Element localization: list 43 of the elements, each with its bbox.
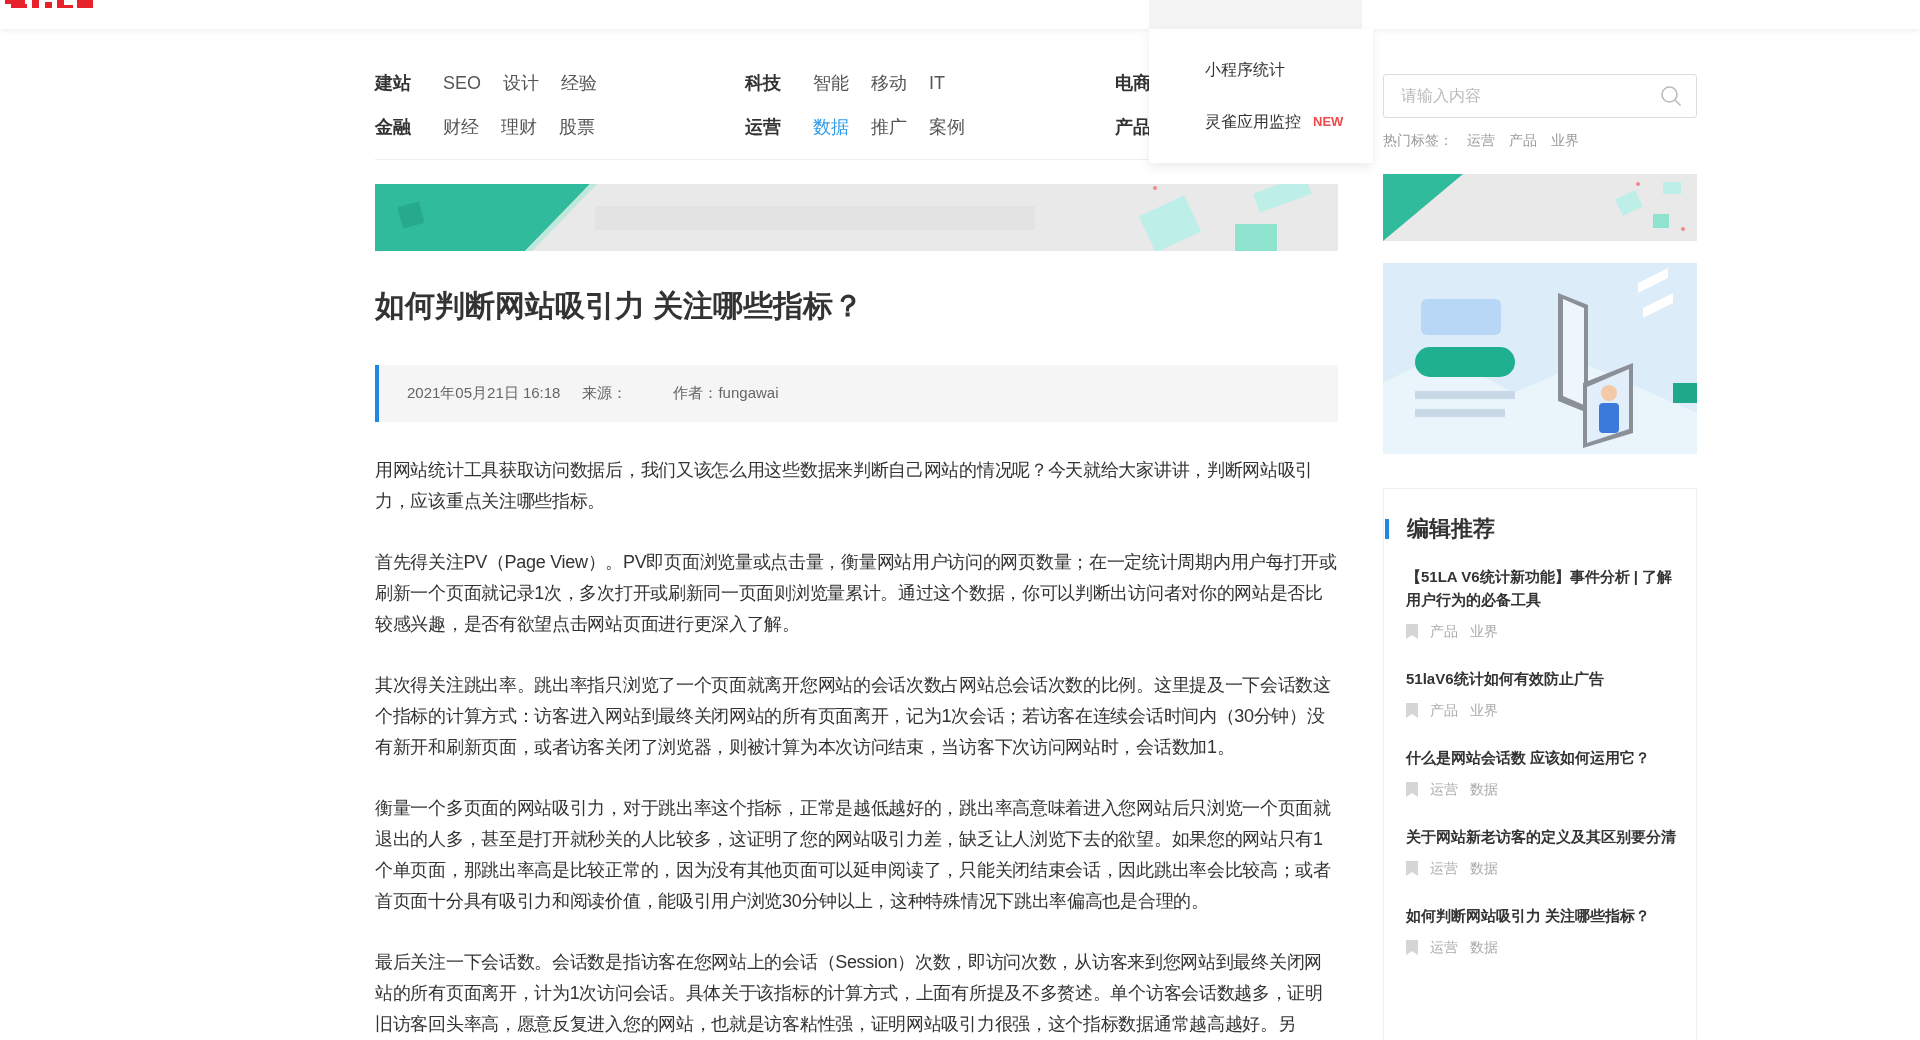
article-paragraph: 其次得关注跳出率。跳出率指只浏览了一个页面就离开您网站的会话次数占网站总会话次数的比例。这里提及一下会话数这个指标的计算方式：访客进入网站到最终关闭网站的所有页面离开，记为1次会话；若访客在连续会话时间内（30分钟）没有新开和刷新页面，或者访客关闭了浏览器，则被计算为本次访问结束，当访客下次访问网站时，会话数加1。 [375,674,1332,759]
category-link[interactable]: 理财 [501,113,537,141]
logo-icon[interactable] [5,0,93,8]
category-label[interactable]: 运营 [745,113,813,141]
bookmark-icon [1406,940,1418,955]
bookmark-icon [1406,703,1418,718]
bookmark-icon [1406,861,1418,876]
publish-date: 2021年05月21日 16:18 [407,383,561,404]
category-link[interactable]: IT [929,69,945,97]
search-icon[interactable] [1660,85,1682,107]
article-title: 如何判断网站吸引力 关注哪些指标？ [375,288,865,324]
category-link[interactable]: 移动 [871,69,907,97]
category-link[interactable]: 财经 [443,113,479,141]
panel-heading: 编辑推荐 [1407,515,1495,543]
category-link[interactable]: 推广 [871,113,907,141]
article-link[interactable]: 如何判断网站吸引力 关注哪些指标？ [1406,904,1676,927]
category-link[interactable]: SEO [443,69,481,97]
hot-tags-label: 热门标签： [1383,130,1453,150]
article-link[interactable]: 什么是网站会话数 应该如何运用它？ [1406,746,1676,769]
menu-item[interactable]: 小程序统计 [1205,60,1285,80]
category-label[interactable]: 金融 [375,113,443,141]
new-label: NEW [1313,113,1344,132]
article-paragraph: 最后关注一下会话数。会话数是指访客在您网站上的会话（Session）次数，即访问次数，从访客来到您网站到最终关闭网站的所有页面离开，计为1次访问会话。具体关于该指标的计算方式，上面有所提及不多赘述。单个访客会话数越多，证明旧访客回头率高，愿意反复进入您的网站，也就是访客粘性强，证明网站吸引力很强，这个指标数据通常越高越好。另 [375,951,1324,1036]
bookmark-icon [1406,782,1418,797]
search-field[interactable]: 请输入内容 [1383,74,1697,118]
article-link[interactable]: 关于网站新老访客的定义及其区别要分清 [1406,825,1676,848]
accent-bar [1385,519,1389,539]
category-link[interactable]: 设计 [503,69,539,97]
author-text: 作者：fungawai [673,383,779,404]
article-link[interactable]: 51laV6统计如何有效防止广告 [1406,667,1676,690]
category-label[interactable]: 建站 [375,69,443,97]
article-paragraph: 用网站统计工具获取访问数据后，我们又该怎么用这些数据来判断自己网站的情况呢？今天就给大家讲讲，判断网站吸引力，应该重点关注哪些指标。 [375,459,1315,513]
category-link[interactable]: 经验 [561,69,597,97]
bookmark-icon [1406,624,1418,639]
article-link[interactable]: 【51LA V6统计新功能】事件分析 | 了解用户行为的必备工具 [1406,565,1676,611]
source-label: 来源： [582,383,628,404]
article-paragraph: 首先得关注PV（Page View）。PV即页面浏览量或点击量，衡量网站用户访问的网页数量；在一定统计周期内用户每打开或刷新一个页面就记录1次，多次打开或刷新同一页面则浏览量累计。通过这个数据，你可以判断出访问者对你的网站是否比较感兴趣，是否有欲望点击网站页面进行更深入了解。 [375,551,1338,636]
article-paragraph: 衡量一个多页面的网站吸引力，对于跳出率这个指标，正常是越低越好的，跳出率高意味着进入您网站后只浏览一个页面就退出的人多，甚至是打开就秒关的人比较多，这证明了您的网站吸引力差，缺乏让人浏览下去的欲望。如果您的网站只有1个单页面，那跳出率高是比较正常的，因为没有其他页面可以延申阅读了，只能关闭结束会话，因此跳出率会比较高；或者首页面十分具有吸引力和阅读价值，能吸引用户浏览30分钟以上，这种特殊情况下跳出率偏高也是合理的。 [375,797,1332,913]
menu-item[interactable]: 灵雀应用监控 [1205,112,1301,132]
category-link[interactable]: 智能 [813,69,849,97]
category-label[interactable]: 科技 [745,69,813,97]
category-link[interactable]: 案例 [929,113,965,141]
category-link[interactable]: 股票 [559,113,595,141]
